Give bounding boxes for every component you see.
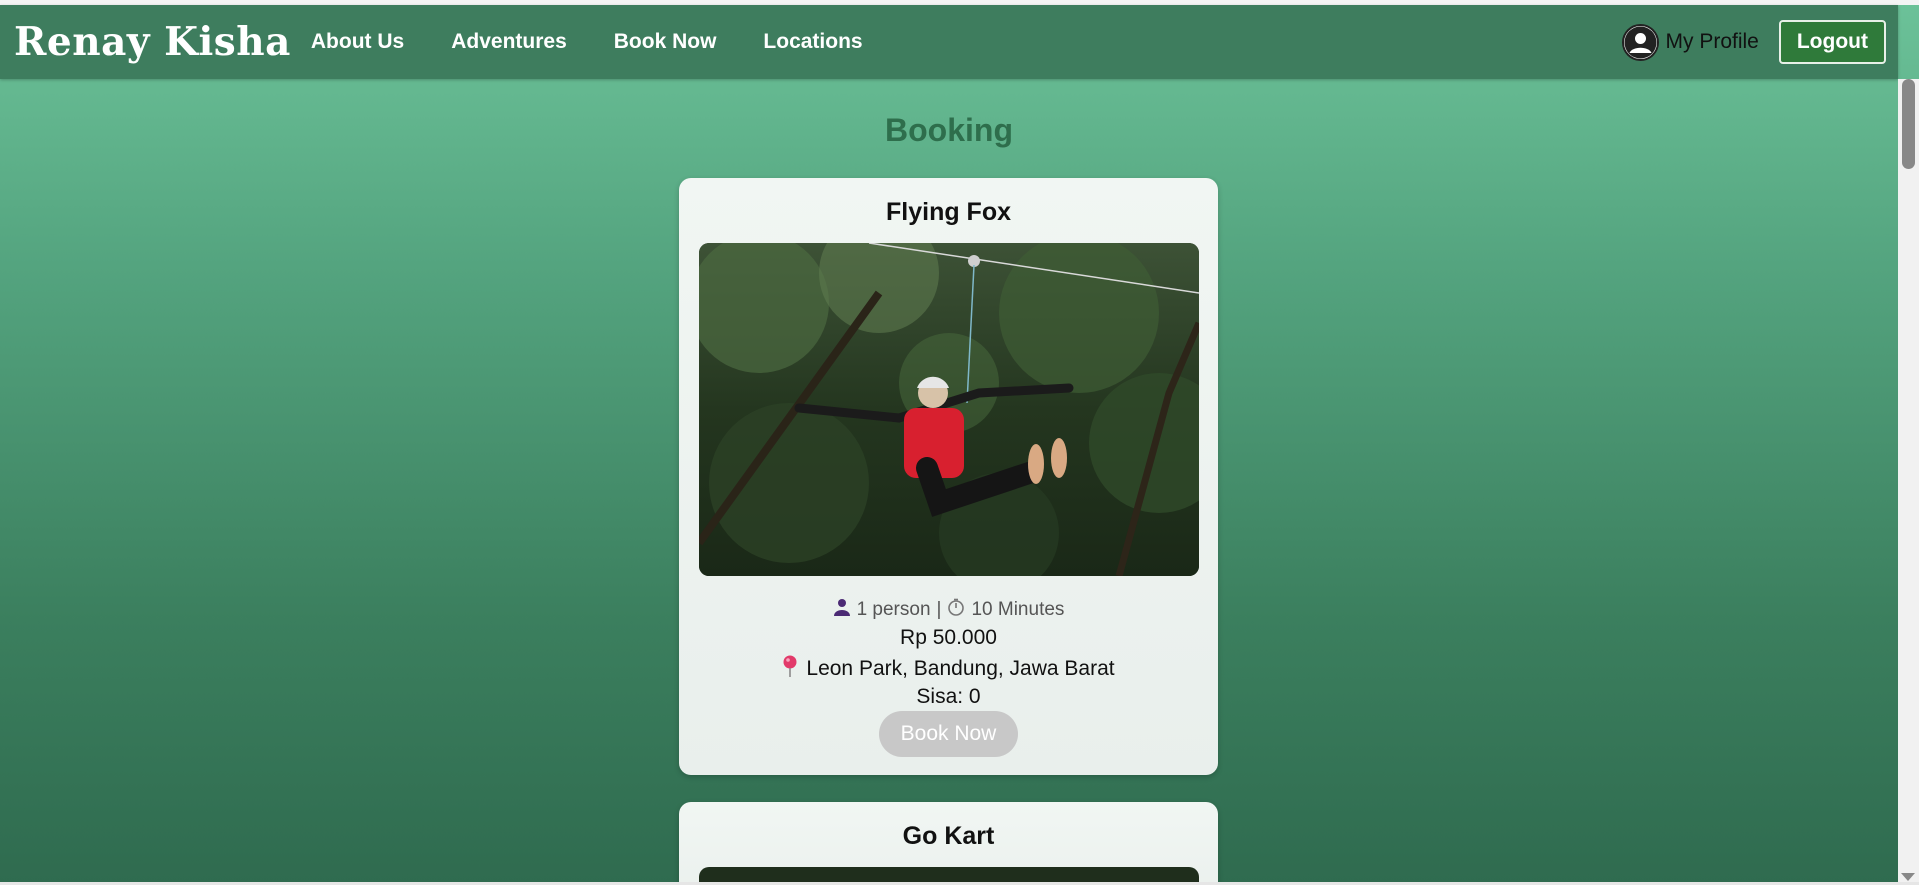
- my-profile-label: My Profile: [1665, 30, 1759, 53]
- location-pin-icon: [782, 655, 798, 683]
- nav-link-book-now[interactable]: Book Now: [614, 30, 717, 54]
- card-location-text: Leon Park, Bandung, Jawa Barat: [806, 657, 1115, 680]
- navbar: Renay Kisha About Us Adventures Book Now…: [0, 5, 1898, 79]
- stopwatch-icon: [947, 598, 965, 622]
- nav-link-locations[interactable]: Locations: [763, 30, 862, 54]
- card-persons: 1 person: [856, 599, 931, 620]
- scrollbar-thumb[interactable]: [1902, 79, 1915, 169]
- brand-logo[interactable]: Renay Kisha: [14, 19, 291, 65]
- nav-link-adventures[interactable]: Adventures: [451, 30, 567, 54]
- vertical-scrollbar[interactable]: [1898, 79, 1919, 885]
- card-image-flying-fox: [698, 243, 1199, 576]
- person-icon: [833, 598, 851, 622]
- card-title: Flying Fox: [886, 198, 1011, 226]
- adventure-card: Flying Fox 1 person | 10 Minutes Rp 50.0…: [679, 178, 1218, 775]
- card-meta: 1 person | 10 Minutes: [679, 598, 1218, 622]
- book-now-button[interactable]: Book Now: [878, 711, 1019, 757]
- meta-separator: |: [936, 599, 942, 620]
- adventure-card: Go Kart: [679, 802, 1218, 885]
- user-avatar-icon: [1621, 23, 1659, 61]
- page-title: Booking: [885, 112, 1013, 148]
- card-stock: Sisa: 0: [916, 685, 981, 708]
- card-duration: 10 Minutes: [971, 599, 1065, 620]
- card-price: Rp 50.000: [900, 626, 997, 649]
- scroll-down-arrow-icon[interactable]: [1901, 873, 1915, 881]
- nav-link-about-us[interactable]: About Us: [311, 30, 404, 54]
- nav-links: About Us Adventures Book Now Locations: [311, 30, 910, 54]
- nav-right: My Profile Logout: [1621, 20, 1886, 64]
- card-title: Go Kart: [902, 822, 995, 850]
- logout-button[interactable]: Logout: [1778, 20, 1886, 64]
- card-location: Leon Park, Bandung, Jawa Barat: [679, 655, 1218, 683]
- my-profile-link[interactable]: My Profile: [1621, 23, 1759, 61]
